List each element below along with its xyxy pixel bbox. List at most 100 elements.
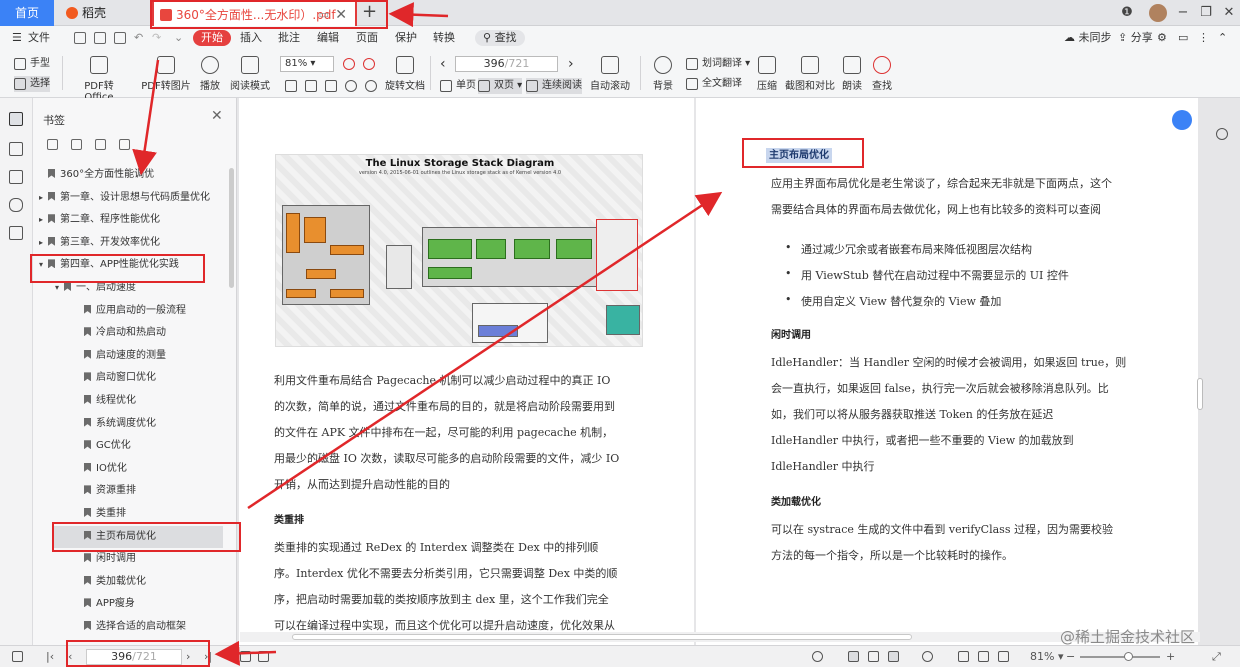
menu-tab-page[interactable]: 页面 bbox=[356, 30, 378, 46]
comment-panel-icon[interactable] bbox=[9, 170, 23, 184]
zoom-select[interactable]: 81% ▾ bbox=[280, 56, 334, 72]
vertical-scrollbar-thumb[interactable] bbox=[1197, 378, 1203, 410]
eye-protection-icon[interactable] bbox=[812, 651, 823, 662]
more-icon[interactable]: ⋮ bbox=[1198, 30, 1209, 46]
full-translate-button[interactable]: 全文翻译 bbox=[686, 76, 742, 92]
actual-size-status-icon[interactable] bbox=[958, 651, 969, 662]
zoom-in-button[interactable] bbox=[363, 56, 375, 72]
single-page-view-icon[interactable] bbox=[848, 651, 859, 662]
next-page-button[interactable]: › bbox=[568, 56, 574, 72]
minimize-icon[interactable]: − bbox=[1172, 0, 1194, 26]
continuous-reading-button[interactable]: 连续阅读 bbox=[526, 78, 582, 94]
status-zoom-in-button[interactable]: + bbox=[1166, 649, 1175, 665]
find-button[interactable]: 查找 bbox=[870, 56, 894, 92]
collapsed-arrow-icon[interactable]: ▸ bbox=[39, 187, 48, 209]
floating-tool-button[interactable] bbox=[1172, 110, 1192, 130]
zoom-out-button[interactable] bbox=[343, 56, 355, 72]
zoom-slider-knob[interactable] bbox=[1124, 652, 1133, 661]
horizontal-scrollbar-thumb[interactable] bbox=[292, 634, 912, 640]
actual-size-button[interactable] bbox=[285, 78, 297, 94]
open-folder-icon[interactable] bbox=[74, 32, 86, 44]
hamburger-icon[interactable]: ☰ bbox=[12, 30, 22, 46]
menu-search[interactable]: ⚲ 查找 bbox=[475, 30, 525, 46]
fit-page-status-icon[interactable] bbox=[978, 651, 989, 662]
background-button[interactable]: 背景 bbox=[648, 56, 678, 92]
restore-icon[interactable]: ❐ bbox=[1195, 0, 1217, 26]
close-panel-icon[interactable]: ✕ bbox=[211, 108, 223, 124]
menu-tab-insert[interactable]: 插入 bbox=[240, 30, 262, 46]
fit-width-button[interactable] bbox=[325, 78, 337, 94]
bookmark-item[interactable]: IO优化 bbox=[33, 458, 225, 480]
bookmark-item[interactable]: 360°全方面性能调优 bbox=[33, 164, 225, 186]
attachment-icon[interactable] bbox=[9, 198, 23, 212]
bookmark-item[interactable]: 资源重排 bbox=[33, 480, 225, 502]
select-tool-button[interactable]: 选择 bbox=[14, 76, 50, 92]
collapsed-arrow-icon[interactable]: ▸ bbox=[39, 232, 48, 254]
bookmark-item[interactable]: 选择合适的启动框架 bbox=[33, 616, 225, 638]
rotate-document-button[interactable]: 旋转文档 bbox=[384, 56, 426, 92]
comment-icon[interactable]: ▭ bbox=[1178, 30, 1188, 46]
continuous-view-icon[interactable] bbox=[868, 651, 879, 662]
play-button[interactable]: 播放 bbox=[196, 56, 224, 92]
first-page-button[interactable]: |‹ bbox=[46, 649, 54, 665]
toggle-sidebar-icon[interactable] bbox=[12, 651, 23, 662]
thumbnail-icon[interactable] bbox=[9, 142, 23, 156]
bookmark-panel-icon[interactable] bbox=[9, 112, 23, 126]
word-translate-button[interactable]: 划词翻译 ▾ bbox=[686, 56, 750, 72]
menu-file[interactable]: 文件 bbox=[28, 30, 50, 46]
redo-icon[interactable]: ↷ bbox=[152, 30, 161, 46]
add-bookmark-icon[interactable] bbox=[95, 139, 106, 150]
settings-icon[interactable]: ⚙ bbox=[1157, 30, 1167, 46]
compress-button[interactable]: 压缩 bbox=[754, 56, 780, 92]
bookmark-item[interactable]: 启动窗口优化 bbox=[33, 367, 225, 389]
fit-page-button[interactable] bbox=[305, 78, 317, 94]
bookmark-item[interactable]: ▸ 第一章、设计思想与代码质量优化 bbox=[33, 187, 225, 209]
bookmark-item[interactable]: ▸ 第三章、开发效率优化 bbox=[33, 232, 225, 254]
bookmark-scrollbar[interactable] bbox=[229, 168, 234, 288]
status-tool-icon[interactable] bbox=[240, 651, 251, 662]
bookmark-item[interactable]: 冷启动和热启动 bbox=[33, 322, 225, 344]
menu-tab-protect[interactable]: 保护 bbox=[395, 30, 417, 46]
bookmark-item[interactable]: 系统调度优化 bbox=[33, 413, 225, 435]
collapsed-arrow-icon[interactable]: ▸ bbox=[39, 209, 48, 231]
bookmark-item[interactable]: GC优化 bbox=[33, 435, 225, 457]
quick-access-chevron-icon[interactable]: ⌄ bbox=[174, 30, 183, 46]
read-aloud-button[interactable]: 朗读 bbox=[840, 56, 864, 92]
fit-width-status-icon[interactable] bbox=[998, 651, 1009, 662]
rotate-left-button[interactable] bbox=[345, 78, 357, 94]
fullscreen-icon[interactable]: ⤢ bbox=[1212, 649, 1221, 665]
bookmark-item[interactable]: 线程优化 bbox=[33, 390, 225, 412]
bookmark-item[interactable]: 应用启动的一般流程 bbox=[33, 300, 225, 322]
tab-number-icon[interactable]: ❶ bbox=[1116, 0, 1138, 26]
single-page-button[interactable]: 单页 bbox=[440, 78, 476, 94]
pdf-to-office-button[interactable]: PDF转Office bbox=[70, 56, 128, 103]
bookmark-item[interactable]: ▸ 第二章、程序性能优化 bbox=[33, 209, 225, 231]
right-panel-icon[interactable] bbox=[1216, 128, 1228, 140]
status-tool-icon[interactable] bbox=[258, 651, 269, 662]
page-number-input[interactable]: 396/721 bbox=[455, 56, 558, 72]
share-button[interactable]: ⇪ 分享 bbox=[1118, 30, 1153, 46]
auto-scroll-button[interactable]: 自动滚动 bbox=[588, 56, 632, 92]
rotate-right-button[interactable] bbox=[365, 78, 377, 94]
bookmark-item[interactable]: 启动速度的测量 bbox=[33, 345, 225, 367]
zoom-slider[interactable] bbox=[1080, 652, 1160, 661]
play-slideshow-icon[interactable] bbox=[922, 651, 933, 662]
save-icon[interactable] bbox=[94, 32, 106, 44]
menu-tab-start[interactable]: 开始 bbox=[193, 30, 231, 46]
previous-page-button[interactable]: ‹ bbox=[440, 56, 446, 72]
double-page-view-icon[interactable] bbox=[888, 651, 899, 662]
expand-all-icon[interactable] bbox=[47, 139, 58, 150]
close-window-icon[interactable]: ✕ bbox=[1218, 0, 1240, 26]
screenshot-compare-button[interactable]: 截图和对比 bbox=[784, 56, 836, 92]
cloud-sync-status[interactable]: ☁ 未同步 bbox=[1064, 30, 1112, 46]
hand-tool-button[interactable]: 手型 bbox=[14, 56, 50, 72]
tab-home[interactable]: 首页 bbox=[0, 0, 54, 26]
delete-bookmark-icon[interactable] bbox=[119, 139, 130, 150]
print-icon[interactable] bbox=[114, 32, 126, 44]
bookmark-item[interactable]: 类加载优化 bbox=[33, 571, 225, 593]
collapse-ribbon-icon[interactable]: ⌃ bbox=[1218, 30, 1227, 46]
horizontal-scrollbar[interactable] bbox=[240, 632, 1200, 642]
avatar[interactable] bbox=[1149, 4, 1167, 22]
status-zoom-select[interactable]: 81% ▾ bbox=[1030, 649, 1063, 665]
signature-icon[interactable] bbox=[9, 226, 23, 240]
